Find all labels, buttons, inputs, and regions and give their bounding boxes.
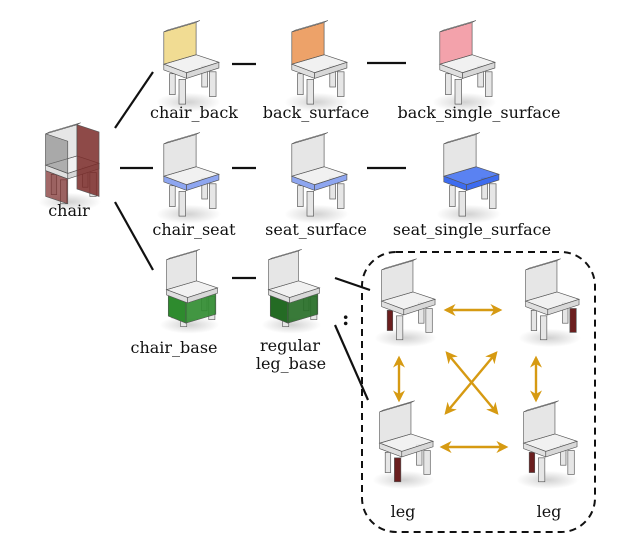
label-chair-base: chair_base (130, 338, 217, 357)
chair-icon-root (38, 122, 101, 212)
chair-icon-chair-back (156, 20, 221, 112)
chair-icon-chair-seat (156, 132, 221, 224)
label-seat-single-surface: seat_single_surface (393, 220, 551, 239)
chair-leg (567, 450, 575, 475)
edge-regular-to-group-top (334, 276, 371, 292)
chair-leg (423, 450, 431, 475)
chair-icon-seat-single-surface (436, 132, 501, 224)
chair-leg (569, 308, 577, 333)
chair-icon-seat-surface (284, 132, 349, 224)
chair-icon-chair-base (159, 248, 220, 334)
chair-leg (540, 315, 548, 341)
chair-leg (178, 191, 186, 217)
diagram-stage: : chair chair_back back_surface back_sin… (0, 0, 640, 540)
chair-leg (386, 309, 394, 331)
label-leg-left: leg (391, 502, 416, 521)
label-leg-right: leg (537, 502, 562, 521)
chair-leg (530, 309, 538, 331)
chair-icon-back-surface (284, 20, 349, 112)
chair-leg (306, 79, 314, 105)
chair-leg (384, 451, 392, 473)
label-leg-base: leg_base (256, 354, 326, 373)
chair-icon-leg-variant-4 (516, 400, 579, 490)
root-box-side (76, 124, 100, 197)
chair-leg (489, 183, 497, 209)
chair-icon-back-single-surface (432, 20, 497, 112)
chair-leg (458, 191, 466, 217)
chair-leg (449, 185, 456, 207)
chair-leg (297, 73, 304, 95)
chair-leg (209, 183, 217, 209)
chair-icon-leg-variant-1 (374, 258, 437, 348)
hierarchy-diagram: : chair chair_back back_surface back_sin… (38, 20, 596, 533)
chair-leg (445, 73, 452, 95)
chair-icon-leg-variant-2 (518, 258, 581, 348)
label-chair-seat: chair_seat (152, 220, 236, 239)
chair-leg (209, 71, 217, 97)
edge-chair-to-base (114, 201, 154, 271)
label-back-surface: back_surface (263, 103, 370, 122)
chair-leg (454, 79, 462, 105)
edge-regular-to-group-bottom (333, 324, 370, 401)
chair-icon-regular-leg-base (261, 248, 322, 334)
chair-leg (169, 73, 176, 95)
chair-leg (297, 185, 304, 207)
chair-leg (396, 315, 404, 341)
chair-leg (485, 71, 493, 97)
chair-leg (528, 451, 536, 473)
chair-leg (337, 71, 345, 97)
label-chair-back: chair_back (150, 103, 238, 122)
chair-leg (306, 191, 314, 217)
chair-leg (394, 457, 402, 483)
ellipsis-mark: : (342, 306, 349, 330)
chair-leg (169, 185, 176, 207)
chair-leg (538, 457, 546, 483)
edge-chair-to-back (114, 71, 154, 129)
label-back-single-surface: back_single_surface (398, 103, 561, 122)
chair-leg (425, 308, 433, 333)
label-chair: chair (48, 201, 90, 220)
chair-icon-leg-variant-3 (372, 400, 435, 490)
chair-leg (337, 183, 345, 209)
label-regular: regular (260, 336, 320, 355)
label-seat-surface: seat_surface (265, 220, 367, 239)
chair-icons (38, 20, 581, 490)
chair-leg (178, 79, 186, 105)
